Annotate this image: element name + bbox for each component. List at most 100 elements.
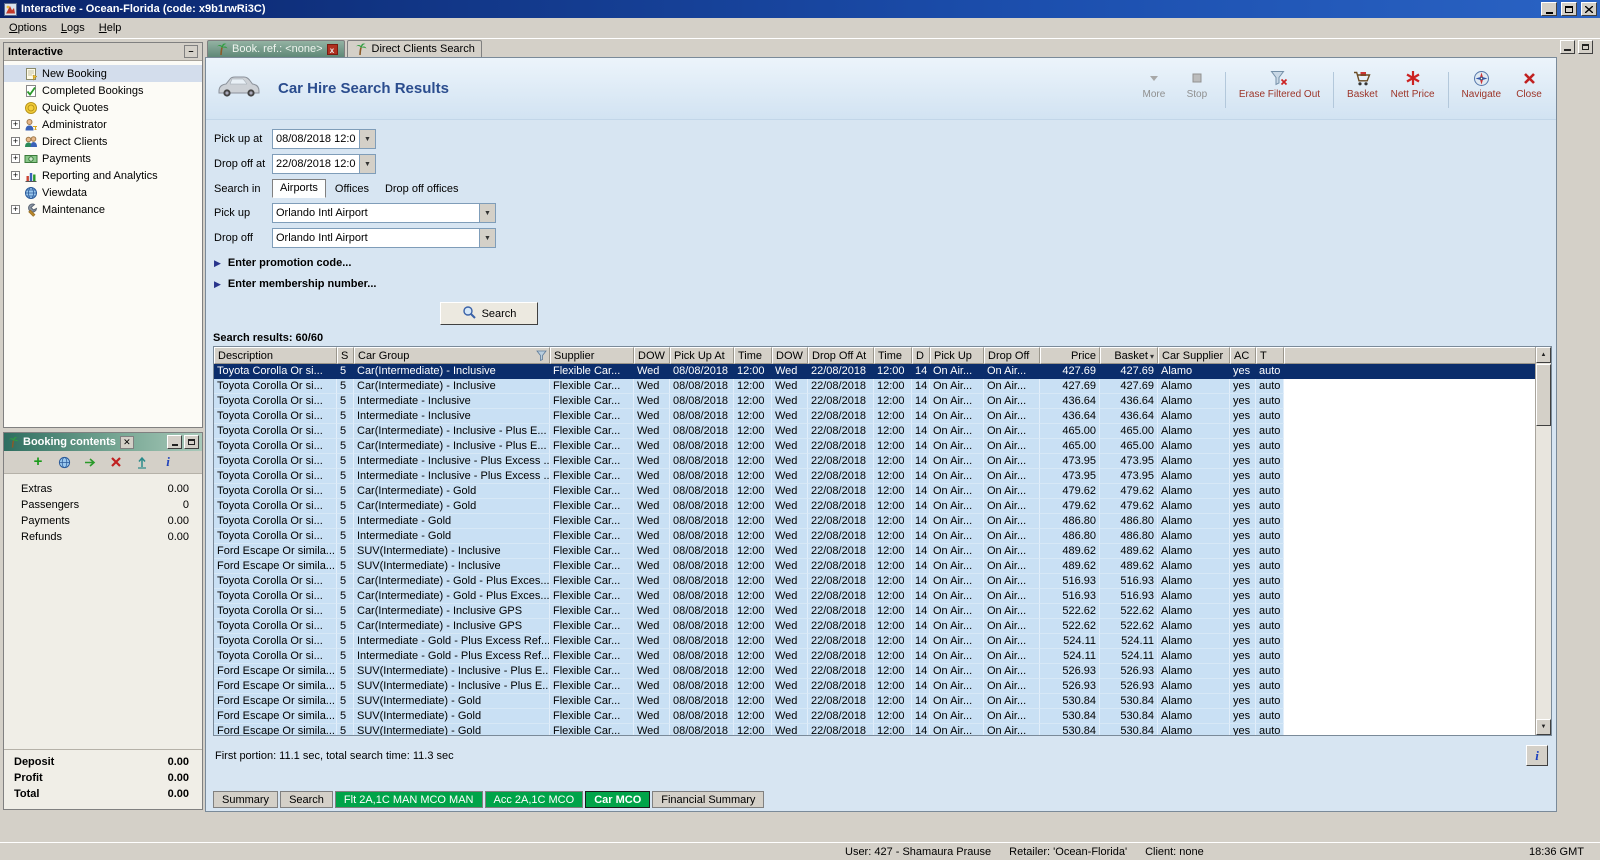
scrollbar-thumb[interactable] bbox=[1536, 364, 1551, 426]
result-row[interactable]: Ford Escape Or simila... 5 SUV(Intermediat… bbox=[214, 544, 1536, 559]
sidebar-item-direct-clients[interactable]: + Direct Clients bbox=[4, 133, 202, 150]
result-row[interactable]: Ford Escape Or simila... 5 SUV(Intermediat… bbox=[214, 694, 1536, 709]
add-icon[interactable]: + bbox=[31, 454, 45, 469]
search-in-tab-drop-off-offices[interactable]: Drop off offices bbox=[378, 181, 466, 198]
pickup-at-input[interactable] bbox=[273, 130, 359, 148]
sidebar-item-quick-quotes[interactable]: Quick Quotes bbox=[4, 99, 202, 116]
sidebar-item-new-booking[interactable]: New Booking bbox=[4, 65, 202, 82]
column-header-dow[interactable]: DOW bbox=[634, 347, 670, 364]
bottom-tab-flt-2a-1c-man-mco-man[interactable]: Flt 2A,1C MAN MCO MAN bbox=[334, 791, 483, 808]
navigate-button[interactable]: Navigate bbox=[1462, 69, 1501, 100]
result-row[interactable]: Toyota Corolla Or si... 5 Car(Intermediate… bbox=[214, 574, 1536, 589]
result-row[interactable]: Toyota Corolla Or si... 5 Intermediate - I… bbox=[214, 394, 1536, 409]
result-row[interactable]: Toyota Corolla Or si... 5 Car(Intermediate… bbox=[214, 604, 1536, 619]
sidebar-item-administrator[interactable]: + Administrator bbox=[4, 116, 202, 133]
result-row[interactable]: Toyota Corolla Or si... 5 Intermediate - G… bbox=[214, 649, 1536, 664]
column-header-supplier[interactable]: Supplier bbox=[550, 347, 634, 364]
result-row[interactable]: Ford Escape Or simila... 5 SUV(Intermediat… bbox=[214, 709, 1536, 724]
column-header-price[interactable]: Price bbox=[1040, 347, 1100, 364]
bottom-tab-search[interactable]: Search bbox=[280, 791, 333, 808]
expand-plus-icon[interactable]: + bbox=[11, 120, 20, 129]
sidebar-item-payments[interactable]: + Payments bbox=[4, 150, 202, 167]
result-row[interactable]: Toyota Corolla Or si... 5 Car(Intermediate… bbox=[214, 619, 1536, 634]
nett-price-button[interactable]: Nett Price bbox=[1391, 69, 1435, 100]
menu-logs[interactable]: Logs bbox=[54, 19, 92, 37]
column-header-car-group[interactable]: Car Group bbox=[354, 347, 550, 364]
dropoff-at-input[interactable] bbox=[273, 155, 359, 173]
bottom-tab-car-mco[interactable]: Car MCO bbox=[585, 791, 651, 808]
booking-contents-restore-icon[interactable] bbox=[184, 435, 199, 449]
sidebar-item-reporting-and-analytics[interactable]: + Reporting and Analytics bbox=[4, 167, 202, 184]
column-header-basket[interactable]: Basket ▾ bbox=[1100, 347, 1158, 364]
pickup-combo-input[interactable] bbox=[273, 204, 479, 222]
result-row[interactable]: Ford Escape Or simila... 5 SUV(Intermediat… bbox=[214, 559, 1536, 574]
tab-close-icon[interactable]: x bbox=[326, 43, 338, 55]
column-header-car-supplier[interactable]: Car Supplier bbox=[1158, 347, 1230, 364]
column-header-d[interactable]: D bbox=[912, 347, 930, 364]
pickup-at-dropdown-icon[interactable]: ▼ bbox=[359, 130, 375, 148]
menu-options[interactable]: Options bbox=[2, 19, 54, 37]
expand-plus-icon[interactable]: + bbox=[11, 205, 20, 214]
column-header-drop-off[interactable]: Drop Off bbox=[984, 347, 1040, 364]
dropoff-dropdown-icon[interactable]: ▼ bbox=[479, 229, 495, 247]
column-header-time[interactable]: Time bbox=[734, 347, 772, 364]
result-row[interactable]: Ford Escape Or simila... 5 SUV(Intermediat… bbox=[214, 664, 1536, 679]
info-button[interactable]: i bbox=[1526, 745, 1548, 766]
column-header-dow[interactable]: DOW bbox=[772, 347, 808, 364]
result-row[interactable]: Toyota Corolla Or si... 5 Car(Intermediate… bbox=[214, 364, 1536, 379]
bottom-tab-summary[interactable]: Summary bbox=[213, 791, 279, 808]
result-row[interactable]: Toyota Corolla Or si... 5 Intermediate - I… bbox=[214, 469, 1536, 484]
info-icon[interactable]: i bbox=[161, 454, 175, 469]
dropoff-combo-input[interactable] bbox=[273, 229, 479, 247]
column-header-description[interactable]: Description bbox=[214, 347, 337, 364]
result-row[interactable]: Toyota Corolla Or si... 5 Car(Intermediate… bbox=[214, 379, 1536, 394]
delete-icon[interactable] bbox=[109, 455, 123, 469]
result-row[interactable]: Toyota Corolla Or si... 5 Car(Intermediate… bbox=[214, 424, 1536, 439]
filter-icon[interactable] bbox=[536, 350, 547, 363]
globe-icon[interactable] bbox=[57, 455, 71, 469]
result-row[interactable]: Ford Escape Or simila... 5 SUV(Intermediat… bbox=[214, 724, 1536, 735]
basket-button[interactable]: Basket bbox=[1347, 69, 1378, 100]
sidebar-item-completed-bookings[interactable]: Completed Bookings bbox=[4, 82, 202, 99]
column-header-pick-up-at[interactable]: Pick Up At bbox=[670, 347, 734, 364]
column-header-s[interactable]: S bbox=[337, 347, 354, 364]
maximize-button[interactable] bbox=[1561, 2, 1577, 16]
search-in-tab-airports[interactable]: Airports bbox=[272, 179, 326, 198]
collapse-panel-icon[interactable]: – bbox=[184, 45, 198, 58]
close-button[interactable]: Close bbox=[1514, 69, 1544, 100]
result-row[interactable]: Toyota Corolla Or si... 5 Car(Intermediate… bbox=[214, 589, 1536, 604]
doc-minimize-icon[interactable] bbox=[1560, 40, 1575, 54]
result-row[interactable]: Toyota Corolla Or si... 5 Intermediate - G… bbox=[214, 529, 1536, 544]
sidebar-item-viewdata[interactable]: Viewdata bbox=[4, 184, 202, 201]
pickup-dropdown-icon[interactable]: ▼ bbox=[479, 204, 495, 222]
result-row[interactable]: Toyota Corolla Or si... 5 Car(Intermediate… bbox=[214, 439, 1536, 454]
sidebar-item-maintenance[interactable]: + Maintenance bbox=[4, 201, 202, 218]
erase-filtered-out-button[interactable]: Erase Filtered Out bbox=[1239, 69, 1320, 100]
doc-tab-book-ref-none[interactable]: Book. ref.: <none> x bbox=[207, 40, 345, 57]
result-row[interactable]: Toyota Corolla Or si... 5 Intermediate - I… bbox=[214, 409, 1536, 424]
column-header-ac[interactable]: AC bbox=[1230, 347, 1256, 364]
scroll-down-icon[interactable]: ▼ bbox=[1536, 719, 1551, 735]
bottom-tab-acc-2a-1c-mco[interactable]: Acc 2A,1C MCO bbox=[484, 791, 584, 808]
doc-tab-direct-clients-search[interactable]: Direct Clients Search bbox=[346, 40, 482, 57]
result-row[interactable]: Toyota Corolla Or si... 5 Intermediate - G… bbox=[214, 634, 1536, 649]
column-header-time[interactable]: Time bbox=[874, 347, 912, 364]
result-row[interactable]: Toyota Corolla Or si... 5 Car(Intermediate… bbox=[214, 484, 1536, 499]
membership-number-expander[interactable]: ▶ Enter membership number... bbox=[214, 278, 1556, 290]
doc-restore-icon[interactable] bbox=[1578, 40, 1593, 54]
column-header-t[interactable]: T bbox=[1256, 347, 1284, 364]
result-row[interactable]: Toyota Corolla Or si... 5 Car(Intermediate… bbox=[214, 499, 1536, 514]
expand-plus-icon[interactable]: + bbox=[11, 154, 20, 163]
bottom-tab-financial-summary[interactable]: Financial Summary bbox=[652, 791, 765, 808]
result-row[interactable]: Toyota Corolla Or si... 5 Intermediate - I… bbox=[214, 454, 1536, 469]
export-icon[interactable] bbox=[135, 455, 149, 469]
promotion-code-expander[interactable]: ▶ Enter promotion code... bbox=[214, 257, 1556, 269]
result-row[interactable]: Ford Escape Or simila... 5 SUV(Intermediat… bbox=[214, 679, 1536, 694]
transfer-icon[interactable] bbox=[83, 455, 97, 469]
booking-contents-close-icon[interactable]: ✕ bbox=[119, 435, 134, 449]
minimize-button[interactable] bbox=[1541, 2, 1557, 16]
vertical-scrollbar[interactable]: ▲ ▼ bbox=[1535, 347, 1551, 735]
scroll-up-icon[interactable]: ▲ bbox=[1536, 347, 1551, 363]
search-button[interactable]: Search bbox=[440, 302, 538, 325]
booking-contents-minimize-icon[interactable] bbox=[167, 435, 182, 449]
